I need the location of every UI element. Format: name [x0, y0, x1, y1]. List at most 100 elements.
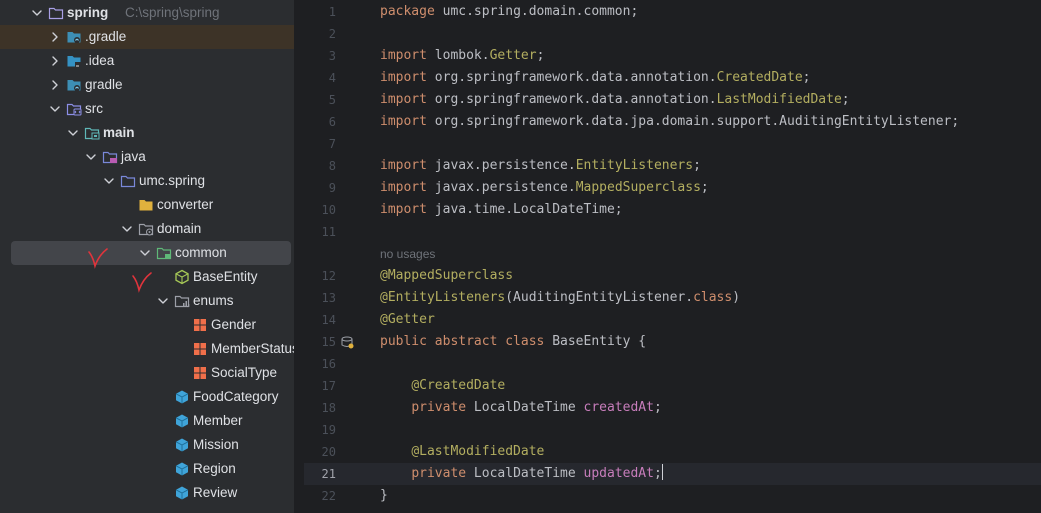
- tree-row-main[interactable]: main: [0, 121, 294, 145]
- line-number[interactable]: 18: [304, 397, 336, 419]
- code-token: ;: [653, 466, 662, 481]
- folder-source-root-icon: [102, 149, 118, 165]
- line-number[interactable]: 19: [304, 419, 336, 441]
- code-token: Getter: [489, 48, 537, 63]
- chevron-right-icon[interactable]: [48, 54, 62, 68]
- line-number[interactable]: 2: [304, 23, 336, 45]
- line-number[interactable]: 20: [304, 441, 336, 463]
- code-line[interactable]: import lombok.Getter;: [380, 45, 544, 67]
- line-number[interactable]: 1: [304, 1, 336, 23]
- line-number[interactable]: 14: [304, 309, 336, 331]
- chevron-down-icon[interactable]: [84, 150, 98, 164]
- package-icon: [120, 173, 136, 189]
- code-token: ): [732, 290, 741, 305]
- text-caret: [661, 464, 663, 480]
- code-line[interactable]: private LocalDateTime updatedAt;: [380, 463, 663, 485]
- line-number[interactable]: 8: [304, 155, 336, 177]
- folder-icon: [48, 5, 64, 21]
- chevron-down-icon[interactable]: [66, 126, 80, 140]
- code-line[interactable]: @EntityListeners(AuditingEntityListener.…: [380, 287, 740, 309]
- code-token: EntityListeners: [575, 158, 694, 173]
- tree-row-umc-spring[interactable]: umc.spring: [0, 169, 294, 193]
- line-number[interactable]: 21: [304, 463, 336, 485]
- chevron-down-icon[interactable]: [48, 102, 62, 116]
- code-token: LastModifiedDate: [716, 92, 842, 107]
- tree-row-member[interactable]: Member: [0, 409, 294, 433]
- package-green-icon: [156, 245, 172, 261]
- tree-row-label: FoodCategory: [193, 389, 279, 404]
- code-line[interactable]: public abstract class BaseEntity {: [380, 331, 646, 353]
- code-line[interactable]: import javax.persistence.EntityListeners…: [380, 155, 701, 177]
- line-number[interactable]: 5: [304, 89, 336, 111]
- tree-row-gradle[interactable]: gradle: [0, 73, 294, 97]
- code-line[interactable]: import java.time.LocalDateTime;: [380, 199, 623, 221]
- line-number[interactable]: 6: [304, 111, 336, 133]
- class-icon: [174, 389, 190, 405]
- line-number[interactable]: 16: [304, 353, 336, 375]
- tree-row-spring[interactable]: spring C:\spring\spring: [0, 1, 294, 25]
- line-number[interactable]: 13: [304, 287, 336, 309]
- line-number[interactable]: 12: [304, 265, 336, 287]
- code-line[interactable]: private LocalDateTime createdAt;: [380, 397, 661, 419]
- line-number[interactable]: 9: [304, 177, 336, 199]
- tree-row-java[interactable]: java: [0, 145, 294, 169]
- line-number[interactable]: 4: [304, 67, 336, 89]
- tree-row-gradle[interactable]: .gradle: [0, 25, 294, 49]
- tree-row-idea[interactable]: .idea: [0, 49, 294, 73]
- panel-divider[interactable]: [294, 0, 304, 513]
- chevron-down-icon[interactable]: [102, 174, 116, 188]
- code-line[interactable]: import org.springframework.data.annotati…: [380, 67, 810, 89]
- tree-row-src[interactable]: src: [0, 97, 294, 121]
- code-token: BaseEntity {: [544, 334, 647, 349]
- tree-row-label: java: [121, 149, 146, 164]
- code-line[interactable]: package umc.spring.domain.common;: [380, 1, 638, 23]
- tree-row-label: .gradle: [85, 29, 127, 44]
- tree-row-memberstatus[interactable]: MemberStatus: [0, 337, 294, 361]
- tree-row-gender[interactable]: Gender: [0, 313, 294, 337]
- code-token: @LastModifiedDate: [411, 444, 545, 459]
- code-line[interactable]: import javax.persistence.MappedSuperclas…: [380, 177, 709, 199]
- code-token: org.springframework.data.annotation.: [426, 70, 717, 85]
- code-token: import: [380, 114, 427, 129]
- line-number[interactable]: 11: [304, 221, 336, 243]
- chevron-right-icon[interactable]: [48, 30, 62, 44]
- line-number[interactable]: 3: [304, 45, 336, 67]
- chevron-down-icon[interactable]: [156, 294, 170, 308]
- tree-row-converter[interactable]: converter: [0, 193, 294, 217]
- usages-hint[interactable]: no usages: [380, 243, 435, 265]
- code-line[interactable]: import org.springframework.data.annotati…: [380, 89, 850, 111]
- tree-row-foodcategory[interactable]: FoodCategory: [0, 385, 294, 409]
- code-line[interactable]: }: [380, 485, 388, 507]
- line-number[interactable]: 7: [304, 133, 336, 155]
- tree-row-domain[interactable]: domain: [0, 217, 294, 241]
- code-token: createdAt: [583, 400, 654, 415]
- chevron-down-icon[interactable]: [30, 6, 44, 20]
- line-number[interactable]: 22: [304, 485, 336, 507]
- tree-row-common[interactable]: common: [11, 241, 291, 265]
- code-token: MappedSuperclass: [575, 180, 701, 195]
- code-line[interactable]: @LastModifiedDate: [380, 441, 544, 463]
- code-line[interactable]: @MappedSuperclass: [380, 265, 513, 287]
- code-line[interactable]: @Getter: [380, 309, 435, 331]
- tree-row-review[interactable]: Review: [0, 481, 294, 505]
- tree-row-label: converter: [157, 197, 214, 212]
- code-line[interactable]: import org.springframework.data.jpa.doma…: [380, 111, 959, 133]
- code-editor[interactable]: 1 package umc.spring.domain.common; 2 3 impo…: [304, 0, 1041, 513]
- tree-row-mission[interactable]: Mission: [0, 433, 294, 457]
- chevron-right-icon[interactable]: [48, 78, 62, 92]
- implemented-icon[interactable]: [340, 335, 354, 349]
- code-line[interactable]: @CreatedDate: [380, 375, 505, 397]
- line-number[interactable]: 15: [304, 331, 336, 353]
- line-number[interactable]: 17: [304, 375, 336, 397]
- tree-row-socialtype[interactable]: SocialType: [0, 361, 294, 385]
- chevron-down-icon[interactable]: [120, 222, 134, 236]
- code-token: import: [380, 92, 427, 107]
- tree-row-region[interactable]: Region: [0, 457, 294, 481]
- code-token: import: [380, 180, 427, 195]
- line-number[interactable]: 10: [304, 199, 336, 221]
- tree-row-label: common: [175, 245, 227, 260]
- code-token: ;: [700, 180, 709, 195]
- code-token: ;: [802, 70, 811, 85]
- chevron-down-icon[interactable]: [138, 246, 152, 260]
